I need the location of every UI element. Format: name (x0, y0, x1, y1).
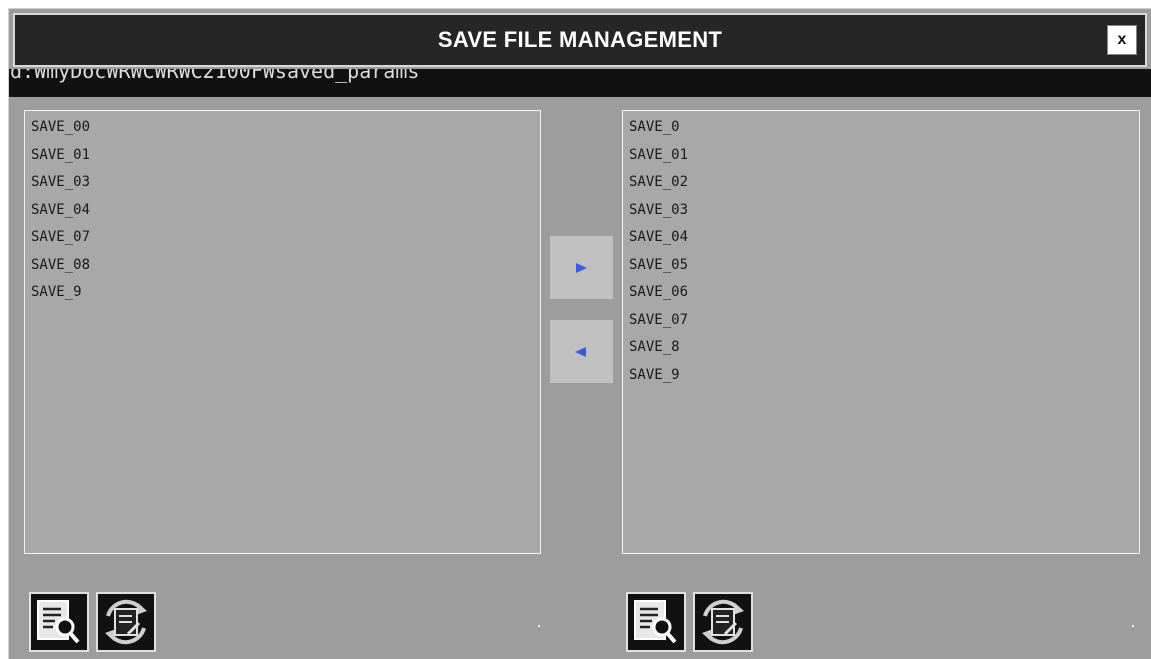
list-item[interactable]: SAVE_02 (623, 169, 1139, 197)
list-item[interactable]: SAVE_01 (25, 142, 540, 170)
list-item[interactable]: SAVE_06 (623, 279, 1139, 307)
document-refresh-icon (105, 599, 147, 645)
list-item[interactable]: SAVE_07 (25, 224, 540, 252)
left-preview-button[interactable] (29, 592, 89, 652)
list-item[interactable]: SAVE_00 (25, 114, 540, 142)
list-item[interactable]: SAVE_04 (623, 224, 1139, 252)
move-right-button[interactable] (550, 236, 613, 299)
right-indicator-dot (1132, 625, 1134, 627)
close-button[interactable]: x (1107, 25, 1137, 55)
list-item[interactable]: SAVE_0 (623, 114, 1139, 142)
list-item[interactable]: SAVE_07 (623, 307, 1139, 335)
document-search-icon (634, 600, 677, 644)
right-refresh-button[interactable] (693, 592, 753, 652)
right-file-list[interactable]: SAVE_0 SAVE_01 SAVE_02 SAVE_03 SAVE_04 SAVE_0… (622, 110, 1140, 554)
list-item[interactable]: SAVE_8 (623, 334, 1139, 362)
right-preview-button[interactable] (626, 592, 686, 652)
left-file-list[interactable]: SAVE_00 SAVE_01 SAVE_03 SAVE_04 SAVE_07 SAVE_… (24, 110, 541, 554)
left-indicator-dot (538, 625, 540, 627)
move-left-button[interactable] (550, 320, 613, 383)
list-item[interactable]: SAVE_03 (623, 197, 1139, 225)
list-item[interactable]: SAVE_08 (25, 252, 540, 280)
left-refresh-button[interactable] (96, 592, 156, 652)
window-title: SAVE FILE MANAGEMENT (437, 27, 723, 52)
save-file-management-window: SAVE FILE MANAGEMENT x d:₩myDoc₩RWC₩RWC2… (8, 8, 1151, 659)
list-item[interactable]: SAVE_03 (25, 169, 540, 197)
list-item[interactable]: SAVE_05 (623, 252, 1139, 280)
document-refresh-icon (702, 599, 744, 645)
list-item[interactable]: SAVE_9 (623, 362, 1139, 390)
list-item[interactable]: SAVE_01 (623, 142, 1139, 170)
title-bar: SAVE FILE MANAGEMENT x (13, 13, 1147, 67)
arrow-left-icon (575, 347, 586, 357)
list-item[interactable]: SAVE_9 (25, 279, 540, 307)
document-search-icon (37, 600, 80, 644)
list-item[interactable]: SAVE_04 (25, 197, 540, 225)
path-bar: d:₩myDoc₩RWC₩RWC2100F₩saved_params (9, 69, 1151, 97)
arrow-right-icon (576, 263, 587, 273)
path-text: d:₩myDoc₩RWC₩RWC2100F₩saved_params (10, 69, 420, 83)
